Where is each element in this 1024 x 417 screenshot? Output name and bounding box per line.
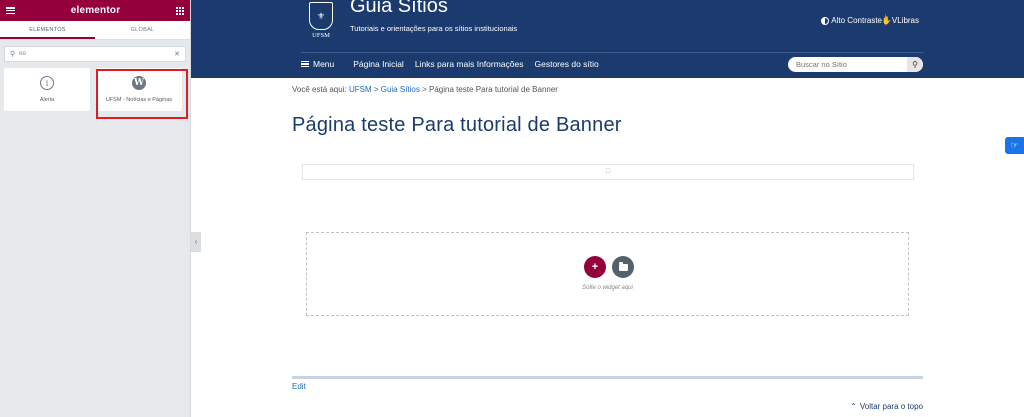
edit-link[interactable]: Edit [292, 382, 306, 391]
widget-search: ⚲ ✕ [4, 46, 186, 62]
site-header: ⚜ UFSM Guia Sítios Tutoriais e orientaçõ… [191, 0, 1024, 78]
contrast-label: Alto Contraste [831, 16, 882, 25]
search-icon: ⚲ [912, 60, 918, 69]
divider [301, 52, 924, 53]
nav-link-mais-informacoes[interactable]: Links para mais Informações [415, 59, 524, 69]
tab-elementos[interactable]: ELEMENTOS [0, 21, 95, 39]
collapse-panel-button[interactable]: ‹ [191, 232, 201, 252]
dropzone-buttons: + [584, 256, 634, 278]
folder-icon [618, 261, 628, 271]
site-search: ⚲ [788, 57, 923, 72]
site-subtitle: Tutoriais e orientações para os sítios i… [350, 24, 518, 33]
vlibras-label: VLibras [891, 16, 919, 25]
widgets-grid-icon[interactable] [176, 6, 184, 15]
breadcrumb-link-guia[interactable]: Guia Sítios [381, 85, 420, 94]
add-section-button[interactable]: + [584, 256, 606, 278]
footer-divider [292, 376, 923, 379]
info-icon: i [40, 76, 54, 90]
widget-alerta[interactable]: i Alerta [4, 68, 90, 111]
clear-search-icon[interactable]: ✕ [174, 50, 180, 58]
breadcrumb: Você está aqui: UFSM > Guia Sítios > Pág… [292, 85, 558, 94]
hand-icon: ✋ [881, 16, 892, 25]
high-contrast-button[interactable]: Alto Contraste [821, 16, 882, 25]
nav-link-pagina-inicial[interactable]: Página Inicial [353, 59, 404, 69]
site-title[interactable]: Guia Sítios [350, 0, 448, 18]
page-title: Página teste Para tutorial de Banner [292, 114, 622, 136]
menu-label: Menu [313, 59, 335, 69]
nav-link-gestores[interactable]: Gestores do sítio [535, 59, 599, 69]
breadcrumb-current: Página teste Para tutorial de Banner [429, 85, 558, 94]
elementor-panel: elementor ELEMENTOS GLOBAL ⚲ ✕ i Alerta … [0, 0, 191, 417]
add-template-button[interactable] [612, 256, 634, 278]
search-button[interactable]: ⚲ [907, 57, 923, 72]
image-placeholder-icon: □ [605, 168, 611, 175]
site-search-input[interactable] [796, 60, 907, 69]
hamburger-icon[interactable] [6, 7, 15, 14]
back-to-top-label: Voltar para o topo [859, 402, 923, 411]
widget-dropzone[interactable]: + Solte o widget aqui [306, 232, 909, 316]
back-to-top-link[interactable]: ⌃ Voltar para o topo [850, 402, 923, 411]
vlibras-button[interactable]: ✋VLibras [882, 16, 919, 25]
hamburger-icon [301, 61, 309, 67]
breadcrumb-separator: > [419, 85, 429, 94]
contrast-icon [821, 16, 830, 25]
main-nav: Menu Página Inicial Links para mais Info… [301, 59, 610, 69]
elementor-brand: elementor [70, 5, 121, 16]
widget-search-input[interactable] [19, 51, 175, 57]
breadcrumb-separator: > [371, 85, 381, 94]
widget-label: Alerta [39, 97, 55, 103]
accessibility-icon[interactable]: ☞ [1005, 137, 1024, 154]
logo-text: UFSM [312, 32, 330, 39]
chevron-up-icon: ⌃ [850, 402, 857, 411]
empty-section[interactable]: □ [302, 164, 914, 180]
highlight-box [96, 69, 188, 119]
menu-button[interactable]: Menu [301, 59, 334, 69]
shield-icon: ⚜ [309, 2, 333, 30]
dropzone-text: Solte o widget aqui [582, 285, 633, 291]
ufsm-logo[interactable]: ⚜ UFSM [307, 2, 335, 44]
tab-global[interactable]: GLOBAL [95, 21, 190, 39]
breadcrumb-prefix: Você está aqui: [292, 85, 349, 94]
search-icon: ⚲ [10, 51, 16, 58]
plus-icon: + [591, 261, 599, 273]
panel-tabs: ELEMENTOS GLOBAL [0, 21, 190, 40]
panel-header: elementor [0, 0, 190, 21]
breadcrumb-link-ufsm[interactable]: UFSM [349, 85, 372, 94]
